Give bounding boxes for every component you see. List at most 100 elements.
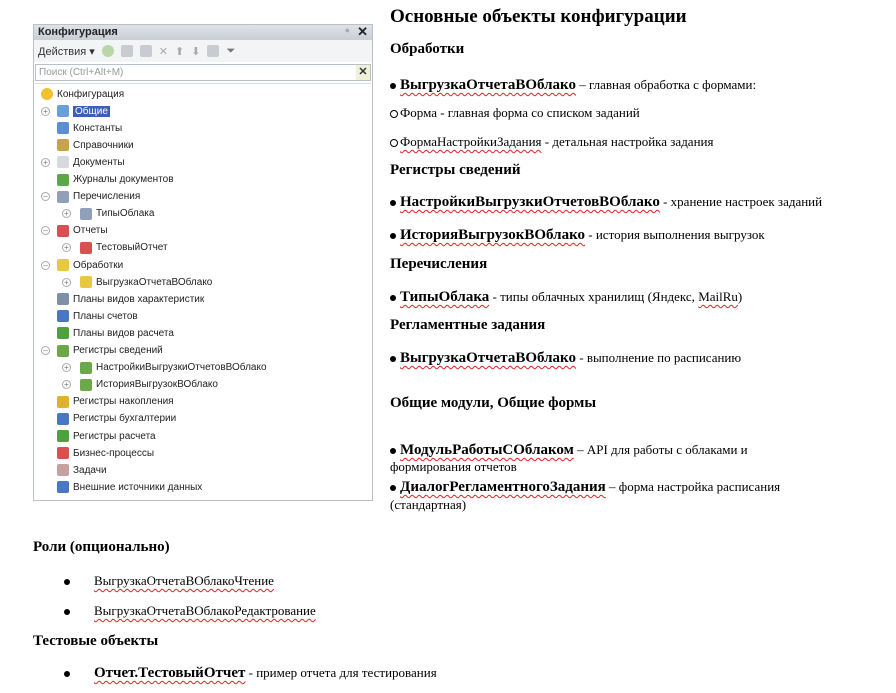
expand-icon[interactable]: + — [62, 243, 71, 253]
documents-icon — [57, 156, 69, 169]
chart-of-calculation-icon — [57, 327, 69, 340]
close-icon[interactable]: ✕ — [357, 24, 368, 40]
tree-item-label: Регистры накопления — [73, 396, 174, 408]
expand-icon[interactable]: + — [41, 106, 50, 116]
clear-search-icon[interactable]: ✕ — [356, 65, 370, 80]
tree-item[interactable]: Регистры накопления — [57, 394, 174, 410]
calculation-registers-icon — [57, 430, 69, 442]
tree-item-label: Отчеты — [73, 225, 108, 237]
tree-item[interactable]: + Общие — [41, 103, 110, 119]
chart-of-characteristics-icon — [57, 293, 69, 306]
tree-item[interactable]: Бизнес-процессы — [57, 445, 154, 461]
expand-icon[interactable]: + — [62, 380, 71, 390]
collapse-icon[interactable]: – — [41, 346, 50, 355]
tree-item[interactable]: – Регистры сведений — [41, 343, 163, 359]
business-processes-icon — [57, 447, 69, 460]
doc-title: Основные объекты конфигурации — [390, 6, 687, 27]
tree-item[interactable]: + НастройкиВыгрузкиОтчетовВОблако — [62, 360, 267, 376]
tree-item[interactable]: + ТестовыйОтчет — [62, 240, 168, 256]
heading-test-objects: Тестовые объекты — [33, 633, 159, 649]
tree-item[interactable]: Регистры расчета — [57, 428, 156, 444]
tree-item-label: Задачи — [73, 464, 107, 476]
tree-item[interactable]: + Документы — [41, 154, 125, 170]
tree-item-label: Регистры расчета — [73, 430, 156, 442]
heading-info-registers: Регистры сведений — [390, 162, 521, 178]
tree-item[interactable]: Справочники — [57, 137, 134, 153]
info-registers-icon — [57, 344, 69, 357]
tree-item[interactable]: + ВыгрузкаОтчетаВОблако — [62, 274, 213, 290]
expand-icon[interactable]: + — [62, 277, 71, 287]
list-item: Отчет.ТестовыйОтчет - пример отчета для … — [64, 665, 437, 682]
add-icon[interactable] — [101, 45, 114, 57]
tree-item-label: Журналы документов — [73, 174, 174, 185]
tree-item-label: ВыгрузкаОтчетаВОблако — [96, 276, 213, 288]
tree-item[interactable]: Задачи — [57, 462, 107, 478]
tree-item[interactable]: Внешние источники данных — [57, 479, 202, 495]
tree-item-label: Конфигурация — [57, 88, 125, 100]
tree-item[interactable]: – Обработки — [41, 257, 124, 273]
tree-item[interactable]: – Отчеты — [41, 223, 108, 239]
tree-item-label: Обработки — [73, 259, 124, 271]
expand-icon[interactable]: + — [62, 209, 71, 219]
search-input[interactable]: Поиск (Ctrl+Alt+M) ✕ — [35, 64, 371, 81]
heading-common-modules: Общие модули, Общие формы — [390, 395, 597, 411]
list-item: ДиалогРегламентногоЗадания – форма настр… — [390, 479, 780, 496]
tree-item[interactable]: Регистры бухгалтерии — [57, 411, 176, 427]
tree-item-label: Бизнес-процессы — [73, 447, 155, 459]
tree-item[interactable]: Константы — [57, 120, 122, 136]
tree-item[interactable]: + ТипыОблака — [62, 206, 154, 222]
edit-icon[interactable] — [120, 45, 133, 57]
tree-item[interactable]: – Перечисления — [41, 189, 140, 205]
expand-icon[interactable]: + — [41, 157, 50, 167]
list-item: ТипыОблака - типы облачных хранилищ (Янд… — [390, 289, 742, 306]
move-down-icon[interactable]: ⬇ — [191, 45, 200, 58]
report-icon — [80, 241, 92, 254]
copy-icon[interactable] — [139, 45, 152, 57]
chart-of-accounts-icon — [57, 310, 69, 323]
tree-item-label: Регистры бухгалтерии — [73, 413, 177, 425]
panel-title: Конфигурация — [38, 26, 118, 38]
heading-dataprocessors: Обработки — [390, 41, 465, 57]
tree-item[interactable]: + ИсторияВыгрузокВОблако — [62, 377, 218, 393]
list-item: НастройкиВыгрузкиОтчетовВОблако - хранен… — [390, 194, 822, 211]
list-item: ВыгрузкаОтчетаВОблакоЧтение — [64, 573, 274, 589]
info-register-icon — [80, 378, 92, 391]
pin-icon[interactable]: ● — [345, 25, 350, 35]
catalogs-icon — [57, 139, 69, 152]
enums-icon — [57, 190, 69, 203]
tasks-icon — [57, 464, 69, 477]
tree-item-label: Справочники — [73, 139, 134, 151]
tree-item-label: Планы счетов — [73, 310, 138, 322]
list-item-continuation: (стандартная) — [390, 497, 467, 512]
list-item: ВыгрузкаОтчетаВОблакоРедактрование — [64, 603, 316, 619]
toolbar: Действия ▾ ✕ ⬆ ⬇ ⏷ — [34, 40, 372, 62]
tree-item-label: Планы видов характеристик — [73, 293, 205, 305]
reports-icon — [57, 224, 69, 237]
tree-item-label: Планы видов расчета — [73, 327, 174, 339]
panel-titlebar: Конфигурация ● ✕ — [34, 24, 372, 40]
sort-icon[interactable] — [207, 45, 220, 57]
tree-item[interactable]: Планы видов расчета — [57, 325, 174, 341]
common-icon — [57, 105, 69, 118]
tree-item-label: ИсторияВыгрузокВОблако — [96, 379, 218, 391]
collapse-icon[interactable]: – — [41, 260, 50, 270]
tree-item[interactable]: Журналы документов — [57, 172, 174, 188]
config-icon — [41, 88, 53, 100]
filter-icon[interactable]: ⏷ — [226, 45, 235, 58]
constants-icon — [57, 122, 69, 135]
heading-enums: Перечисления — [390, 256, 488, 272]
tree-item[interactable]: Конфигурация — [41, 86, 124, 102]
tree-item[interactable]: Планы видов характеристик — [57, 291, 204, 307]
tree-item-label: Внешние источники данных — [73, 481, 203, 493]
accumulation-registers-icon — [57, 395, 69, 408]
expand-icon[interactable]: + — [62, 363, 71, 373]
collapse-icon[interactable]: – — [41, 192, 50, 202]
move-up-icon[interactable]: ⬆ — [175, 45, 184, 58]
list-item: ВыгрузкаОтчетаВОблако - выполнение по ра… — [390, 350, 741, 367]
tree-item[interactable]: Планы счетов — [57, 308, 138, 324]
dataprocessors-icon — [57, 259, 69, 271]
collapse-icon[interactable]: – — [41, 226, 50, 236]
delete-icon[interactable]: ✕ — [159, 45, 168, 58]
actions-menu[interactable]: Действия ▾ — [38, 45, 95, 58]
list-item: ФормаНастройкиЗадания - детальная настро… — [390, 134, 713, 150]
